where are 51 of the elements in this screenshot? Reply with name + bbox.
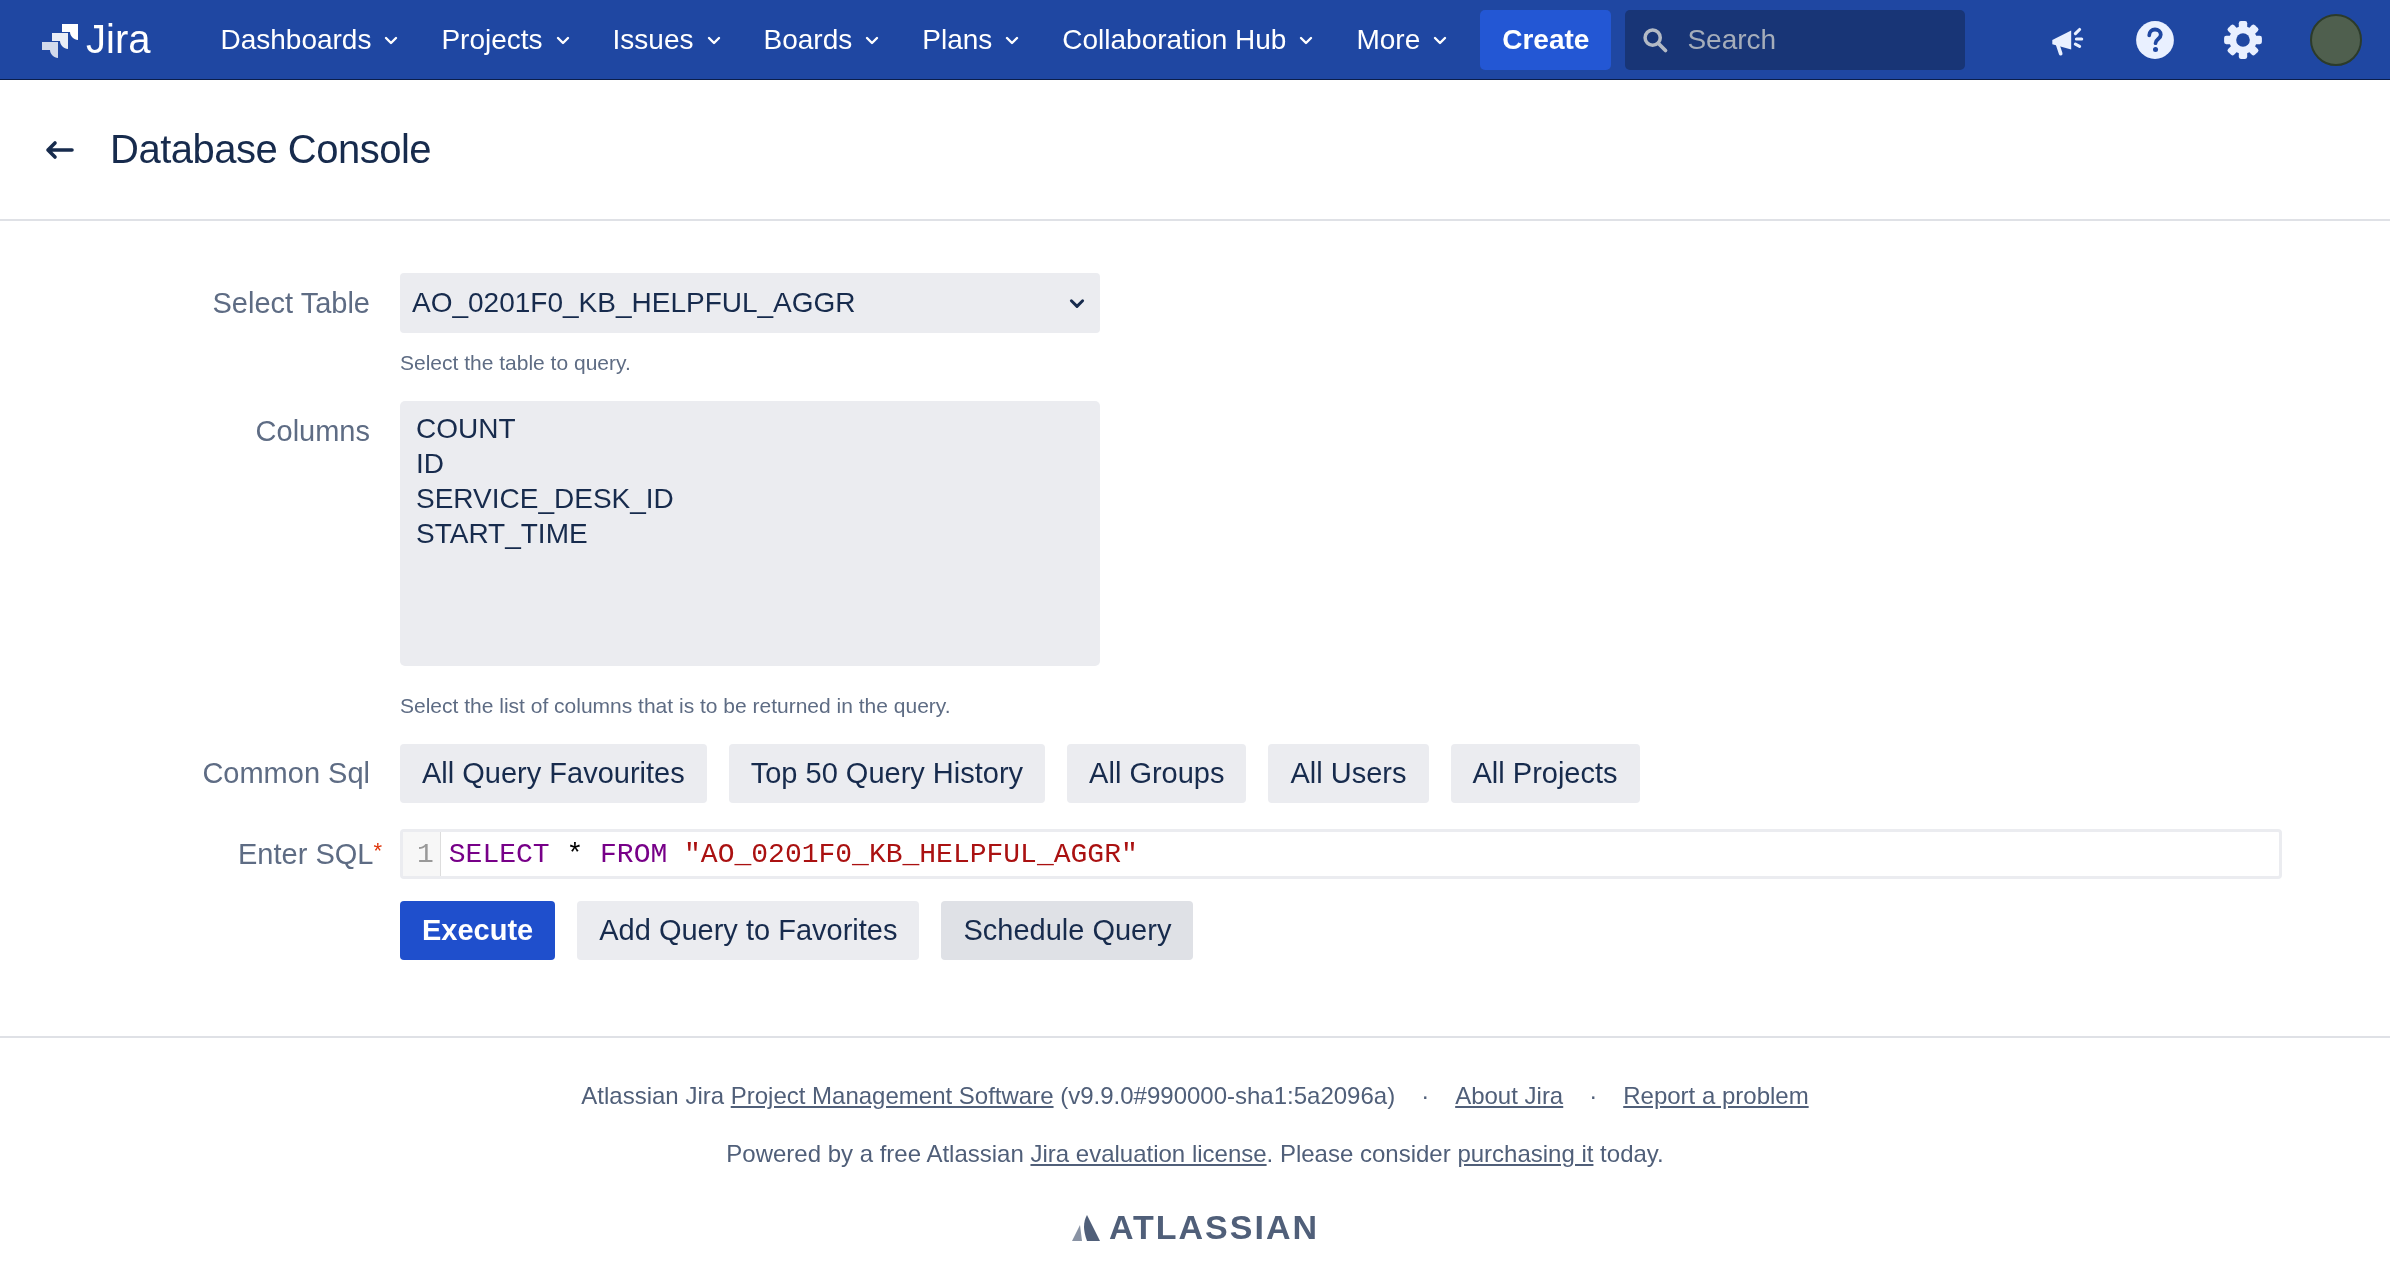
field-hint: Select the list of columns that is to be returned in the query. bbox=[400, 694, 952, 718]
separator-dot: · bbox=[1421, 1082, 1430, 1110]
license-text: Powered by a free Atlassian Jira evaluation license. Please consider purchasing it today. bbox=[726, 1140, 1664, 1168]
field-label: Common Sql bbox=[201, 757, 371, 790]
help-icon[interactable] bbox=[2134, 18, 2176, 61]
common-sql-button[interactable]: Top 50 Query History bbox=[728, 744, 1046, 803]
separator-dot: · bbox=[1589, 1082, 1598, 1110]
create-button[interactable]: Create bbox=[1480, 9, 1612, 70]
action-button[interactable]: Add Query to Favorites bbox=[577, 901, 920, 960]
line-number: 1 bbox=[403, 832, 441, 876]
required-mark: * bbox=[373, 837, 382, 863]
footer-link[interactable]: Jira evaluation license bbox=[1030, 1140, 1267, 1167]
jira-logo-text: Jira bbox=[86, 17, 151, 62]
nav-menu-item[interactable]: Issues bbox=[608, 15, 726, 64]
jira-logo-icon bbox=[40, 21, 80, 58]
nav-menu-item[interactable]: Plans bbox=[918, 15, 1025, 64]
footer-link[interactable]: Report a problem bbox=[1623, 1082, 1809, 1110]
column-option[interactable]: START_TIME bbox=[416, 516, 1084, 551]
nav-menu-item[interactable]: Dashboards bbox=[216, 15, 404, 64]
footer-link[interactable]: purchasing it bbox=[1457, 1140, 1594, 1167]
atlassian-logo[interactable]: ATLASSIAN bbox=[1071, 1208, 1319, 1247]
column-option[interactable]: SERVICE_DESK_ID bbox=[416, 481, 1084, 516]
action-button[interactable]: Execute bbox=[400, 901, 556, 960]
jira-logo[interactable]: Jira bbox=[40, 17, 151, 62]
field-hint: Select the table to query. bbox=[400, 351, 632, 375]
search-field[interactable]: Search bbox=[1625, 9, 1966, 70]
footer-link[interactable]: Project Management Software bbox=[730, 1082, 1054, 1109]
column-option[interactable]: COUNT bbox=[416, 411, 1084, 446]
settings-icon[interactable] bbox=[2222, 18, 2264, 61]
action-button[interactable]: Schedule Query bbox=[941, 901, 1194, 960]
common-sql-button[interactable]: All Query Favourites bbox=[400, 744, 707, 803]
common-sql-button[interactable]: All Projects bbox=[1450, 744, 1640, 803]
nav-menu-item[interactable]: Boards bbox=[759, 15, 885, 64]
back-arrow-icon[interactable] bbox=[44, 139, 74, 160]
field-label: Columns bbox=[254, 414, 371, 448]
table-select[interactable]: AO_0201F0_KB_HELPFUL_AGGR bbox=[400, 273, 1100, 333]
sql-code-line: SELECT * FROM "AO_0201F0_KB_HELPFUL_AGGR" bbox=[447, 838, 1138, 870]
nav-menu-item[interactable]: More bbox=[1352, 15, 1453, 64]
atlassian-logo-text: ATLASSIAN bbox=[1109, 1208, 1319, 1247]
nav-menu-item[interactable]: Projects bbox=[437, 15, 575, 64]
footer-link[interactable]: About Jira bbox=[1455, 1082, 1564, 1110]
page-title: Database Console bbox=[110, 127, 432, 172]
version-text: Atlassian Jira Project Management Software (v9.9.0#990000-sha1:5a2096a) bbox=[581, 1082, 1396, 1110]
field-label: Select Table bbox=[211, 286, 371, 320]
search-icon bbox=[1641, 25, 1670, 54]
common-sql-button[interactable]: All Groups bbox=[1067, 744, 1247, 803]
common-sql-button[interactable]: All Users bbox=[1268, 744, 1429, 803]
sql-editor[interactable]: 1 SELECT * FROM "AO_0201F0_KB_HELPFUL_AGGR" bbox=[400, 829, 2282, 879]
column-option[interactable]: ID bbox=[416, 446, 1084, 481]
field-label: Enter SQL bbox=[238, 837, 374, 870]
nav-menu-item[interactable]: Collaboration Hub bbox=[1058, 15, 1319, 64]
